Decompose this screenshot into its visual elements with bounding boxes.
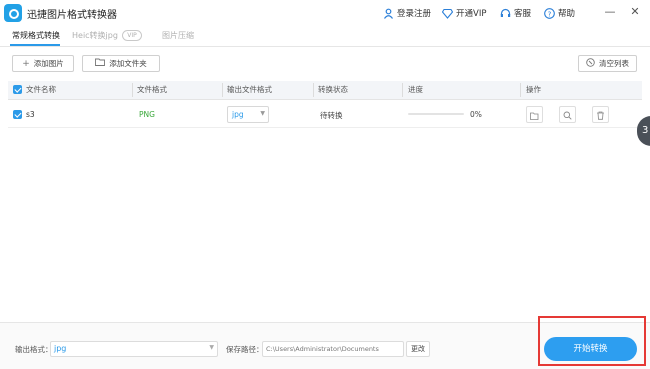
help-label: 帮助 xyxy=(558,9,576,19)
output-format-dropdown-value: jpg xyxy=(54,344,67,353)
output-format-dropdown[interactable]: jpg ▼ xyxy=(50,341,218,357)
column-divider xyxy=(222,83,223,97)
vip-button[interactable]: 开通VIP xyxy=(441,5,487,21)
clear-icon xyxy=(586,57,595,70)
close-button[interactable]: ✕ xyxy=(625,3,645,21)
header-file-name: 文件名称 xyxy=(26,85,56,94)
add-image-label: 添加图片 xyxy=(33,59,64,68)
delete-button[interactable] xyxy=(592,106,609,123)
output-format-value: jpg xyxy=(232,110,244,119)
login-button[interactable]: 登录注册 xyxy=(383,5,431,21)
vip-badge: VIP xyxy=(122,30,142,41)
folder-open-icon xyxy=(530,105,539,124)
tab-image-compress[interactable]: 图片压缩 xyxy=(162,30,194,41)
file-name-cell: s3 xyxy=(26,110,35,119)
chevron-down-icon: ▼ xyxy=(260,110,265,117)
svg-text:?: ? xyxy=(548,10,552,18)
active-tab-indicator xyxy=(10,44,60,46)
column-divider xyxy=(402,83,403,97)
tab-general-convert[interactable]: 常规格式转换 xyxy=(12,30,60,41)
plus-icon: + xyxy=(22,58,30,69)
highlight-box xyxy=(538,316,646,366)
diamond-icon xyxy=(441,8,454,19)
save-path-value: C:\Users\Administrator\Documents xyxy=(266,345,379,353)
file-format-cell: PNG xyxy=(139,110,155,119)
folder-icon xyxy=(95,58,106,69)
column-divider xyxy=(313,83,314,97)
header-output-format: 输出文件格式 xyxy=(227,85,272,94)
header-file-format: 文件格式 xyxy=(137,85,167,94)
save-path-label: 保存路径： xyxy=(226,345,264,354)
column-divider xyxy=(520,83,521,97)
add-folder-label: 添加文件夹 xyxy=(109,59,147,68)
progress-text: 0% xyxy=(470,110,482,119)
open-folder-button[interactable] xyxy=(526,106,543,123)
add-image-button[interactable]: + 添加图片 xyxy=(12,55,74,72)
output-format-select[interactable]: jpg ▼ xyxy=(227,106,269,123)
row-checkbox[interactable] xyxy=(13,110,22,119)
user-icon xyxy=(383,8,394,19)
header-progress: 进度 xyxy=(408,85,423,94)
change-path-button[interactable]: 更改 xyxy=(406,341,430,357)
clear-list-label: 清空列表 xyxy=(599,59,629,68)
header-actions: 操作 xyxy=(526,85,541,94)
side-panel-handle[interactable]: 3 xyxy=(637,116,650,146)
add-folder-button[interactable]: 添加文件夹 xyxy=(82,55,160,72)
save-path-field[interactable]: C:\Users\Administrator\Documents xyxy=(262,341,404,357)
select-all-checkbox[interactable] xyxy=(13,85,22,94)
clear-list-button[interactable]: 清空列表 xyxy=(578,55,637,72)
minimize-button[interactable]: — xyxy=(600,3,620,21)
status-cell: 待转换 xyxy=(320,111,343,120)
chevron-down-icon: ▼ xyxy=(209,344,214,351)
help-button[interactable]: ? 帮助 xyxy=(544,5,575,21)
app-logo-icon xyxy=(4,4,22,22)
service-label: 客服 xyxy=(514,9,532,19)
progress-bar xyxy=(408,113,464,115)
headset-icon xyxy=(500,8,511,19)
login-label: 登录注册 xyxy=(397,9,432,19)
service-button[interactable]: 客服 xyxy=(500,5,531,21)
vip-label: 开通VIP xyxy=(456,9,487,19)
header-status: 转换状态 xyxy=(318,85,348,94)
search-icon xyxy=(563,105,572,124)
tab-heic-to-jpg[interactable]: Heic转换jpg xyxy=(72,30,118,41)
output-format-label: 输出格式： xyxy=(15,345,53,354)
trash-icon xyxy=(596,105,605,124)
app-title: 迅捷图片格式转换器 xyxy=(27,10,117,21)
preview-button[interactable] xyxy=(559,106,576,123)
question-icon: ? xyxy=(544,7,555,19)
column-divider xyxy=(132,83,133,97)
